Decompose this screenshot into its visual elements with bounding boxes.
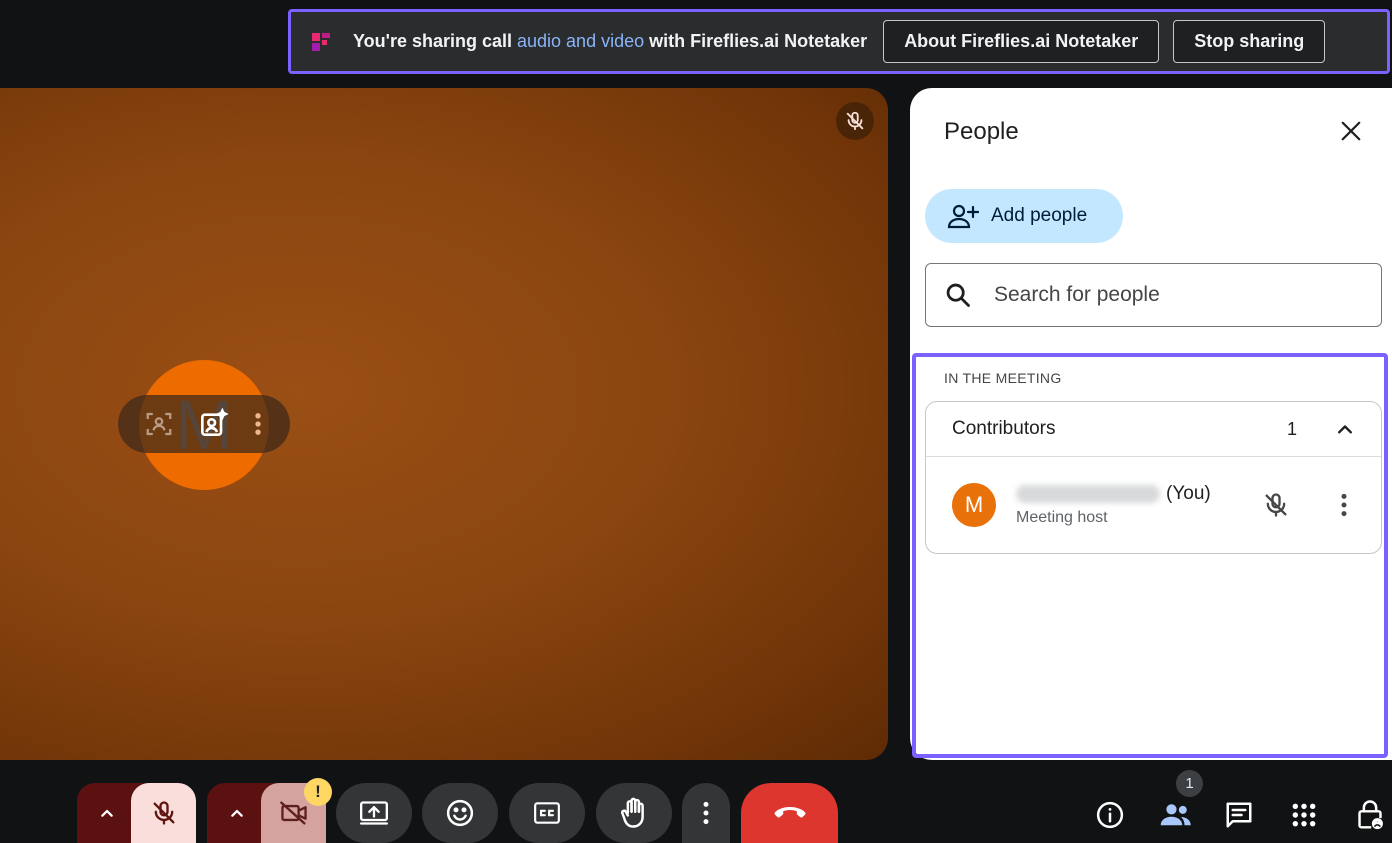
- raise-hand-button[interactable]: [596, 783, 672, 843]
- people-button[interactable]: [1156, 795, 1196, 835]
- more-options-button[interactable]: [682, 783, 730, 843]
- tile-more-options-icon[interactable]: [252, 410, 264, 438]
- participant-role: Meeting host: [1016, 509, 1108, 526]
- chevron-up-icon: [231, 809, 243, 817]
- more-vert-icon: [1341, 493, 1347, 517]
- more-vert-icon: [703, 801, 709, 825]
- group-name: Contributors: [952, 418, 1056, 439]
- participant-name-redacted: [1016, 485, 1160, 503]
- participant-row[interactable]: M (You) Meeting host: [926, 457, 1381, 553]
- lock-person-icon: [1358, 800, 1383, 830]
- visual-effects-icon[interactable]: [197, 408, 229, 440]
- sharing-highlight-link[interactable]: audio and video: [517, 31, 644, 51]
- close-panel-button[interactable]: [1336, 116, 1366, 146]
- captions-button[interactable]: [509, 783, 585, 843]
- participant-avatar: M: [952, 483, 996, 527]
- tile-hover-toolbar: [118, 395, 290, 453]
- emoji-icon: [446, 799, 474, 827]
- framing-icon[interactable]: [144, 409, 174, 439]
- in-meeting-section: IN THE MEETING Contributors 1 M (You) Me…: [912, 353, 1388, 758]
- add-people-button[interactable]: Add people: [925, 189, 1123, 243]
- close-icon: [1341, 121, 1361, 141]
- participant-mic-off-icon: [1260, 489, 1292, 521]
- section-label: IN THE MEETING: [944, 370, 1062, 386]
- sharing-message: You're sharing call audio and video with…: [353, 31, 867, 52]
- search-people-input[interactable]: [994, 283, 1354, 307]
- participant-video-tile: M: [0, 88, 888, 760]
- sharing-message-prefix: You're sharing call: [353, 31, 517, 51]
- chat-icon: [1226, 802, 1252, 828]
- chevron-up-icon: [1338, 425, 1352, 434]
- fireflies-logo-icon: [312, 32, 330, 51]
- people-icon: [1160, 804, 1191, 826]
- you-label: (You): [1166, 483, 1211, 504]
- chevron-up-icon: [101, 809, 113, 817]
- group-count: 1: [1286, 418, 1297, 439]
- sharing-message-suffix: with Fireflies.ai Notetaker: [644, 31, 868, 51]
- host-controls-button[interactable]: [1350, 795, 1390, 835]
- sharing-banner: You're sharing call audio and video with…: [288, 9, 1390, 74]
- chat-button[interactable]: [1219, 795, 1259, 835]
- add-person-icon: [947, 203, 979, 229]
- search-icon: [946, 283, 970, 307]
- reactions-button[interactable]: [422, 783, 498, 843]
- hand-icon: [621, 797, 644, 828]
- participant-more-button[interactable]: [1328, 489, 1360, 521]
- people-panel: People Add people IN THE MEETING: [910, 88, 1392, 760]
- meeting-details-button[interactable]: [1090, 795, 1130, 835]
- meet-window: You're sharing call audio and video with…: [0, 0, 1392, 843]
- panel-title: People: [944, 118, 1019, 145]
- activities-button[interactable]: [1284, 795, 1324, 835]
- call-end-icon: [774, 807, 805, 818]
- mic-toggle-button[interactable]: [131, 783, 196, 843]
- leave-call-button[interactable]: [741, 783, 838, 843]
- present-screen-button[interactable]: [336, 783, 412, 843]
- stop-sharing-button[interactable]: Stop sharing: [1173, 20, 1326, 63]
- people-count-badge: 1: [1176, 770, 1203, 797]
- info-icon: [1096, 801, 1124, 829]
- closed-captions-icon: [534, 802, 560, 824]
- camera-off-icon: [279, 801, 307, 825]
- present-to-all-icon: [359, 801, 388, 825]
- search-people-box[interactable]: [925, 263, 1382, 327]
- apps-grid-icon: [1292, 803, 1316, 827]
- contributors-header[interactable]: Contributors 1: [926, 402, 1381, 457]
- camera-warning-badge: !: [304, 778, 332, 806]
- add-people-label: Add people: [991, 205, 1088, 226]
- contributors-group: Contributors 1 M (You) Meeting host: [925, 401, 1382, 554]
- mic-off-icon: [153, 801, 174, 825]
- about-notetaker-button[interactable]: About Fireflies.ai Notetaker: [883, 20, 1160, 63]
- tile-muted-mic-icon: [836, 102, 874, 140]
- participant-info: (You) Meeting host: [1016, 483, 1211, 527]
